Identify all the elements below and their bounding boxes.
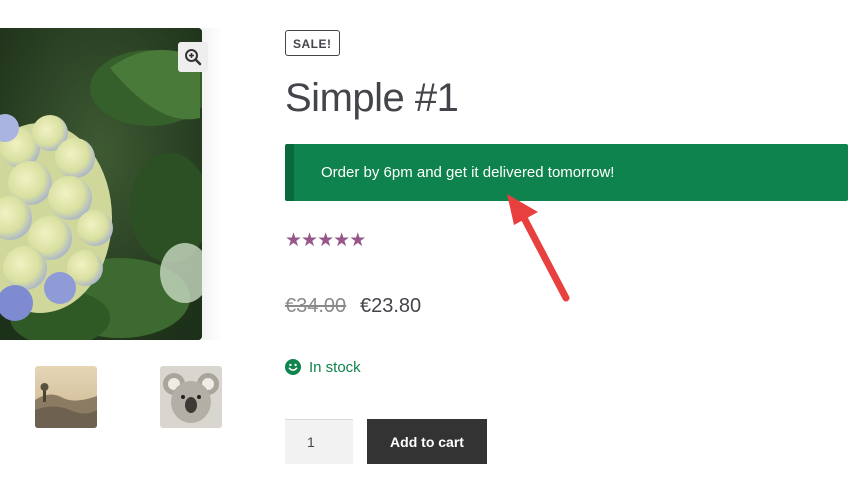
star-rating: ★★★★★ bbox=[285, 229, 366, 253]
zoom-in-icon bbox=[185, 49, 202, 66]
thumbnail-landscape[interactable] bbox=[35, 366, 97, 428]
sale-badge: SALE! bbox=[285, 30, 340, 56]
star-icon: ★ bbox=[333, 230, 350, 251]
thumbnail-koala[interactable] bbox=[160, 366, 222, 428]
stock-status: In stock bbox=[285, 357, 361, 377]
product-title: Simple #1 bbox=[285, 76, 459, 120]
delivery-notice: Order by 6pm and get it delivered tomorr… bbox=[285, 144, 848, 201]
stock-status-label: In stock bbox=[309, 358, 361, 376]
star-icon: ★ bbox=[349, 230, 366, 251]
star-icon: ★ bbox=[285, 230, 302, 251]
star-icon: ★ bbox=[317, 230, 334, 251]
zoom-button[interactable] bbox=[178, 42, 208, 72]
sale-price: €23.80 bbox=[360, 295, 422, 317]
add-to-cart-button[interactable]: Add to cart bbox=[367, 419, 487, 464]
hydrangea-image bbox=[0, 28, 202, 340]
landscape-photo bbox=[35, 366, 97, 428]
smiley-icon bbox=[285, 359, 301, 375]
quantity-input[interactable] bbox=[285, 419, 353, 464]
regular-price: €34.00 bbox=[285, 295, 347, 317]
star-icon: ★ bbox=[301, 230, 318, 251]
product-main-image[interactable] bbox=[0, 28, 202, 340]
koala-photo bbox=[160, 366, 222, 428]
image-frame-shadow bbox=[202, 28, 222, 340]
